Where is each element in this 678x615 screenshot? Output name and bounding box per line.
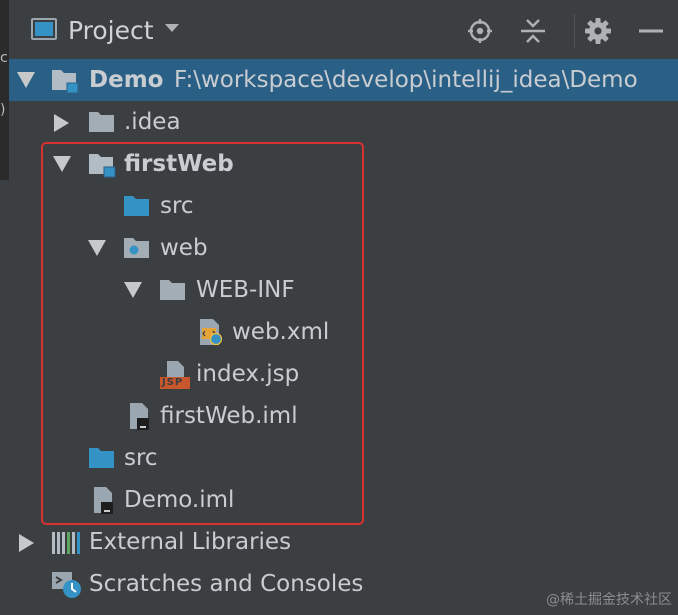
- jsp-badge: JSP: [162, 377, 184, 388]
- source-folder-icon: [87, 444, 117, 472]
- collapse-arrow-icon[interactable]: [19, 534, 34, 552]
- expand-arrow-icon[interactable]: [124, 282, 142, 298]
- tree-label-scratches: Scratches and Consoles: [89, 571, 364, 597]
- project-tool-window: c ) Project Demo F:\workspace\develop\in…: [0, 0, 678, 615]
- tree-label-src: src: [124, 445, 158, 471]
- tree-row-firstweb[interactable]: firstWeb: [9, 143, 678, 185]
- tree-label-src: src: [160, 193, 194, 219]
- tree-row-demo-iml[interactable]: Demo.iml: [9, 479, 678, 521]
- tree-row-firstweb-iml[interactable]: firstWeb.iml: [9, 395, 678, 437]
- folder-icon: [158, 276, 188, 304]
- tree-row-firstweb-src[interactable]: src: [9, 185, 678, 227]
- strip-glyph: ): [0, 102, 6, 118]
- chevron-down-icon[interactable]: [165, 24, 179, 32]
- tree-row-idea[interactable]: .idea: [9, 101, 678, 143]
- tree-row-web[interactable]: web: [9, 227, 678, 269]
- module-folder-icon: [87, 150, 117, 178]
- watermark: @稀土掘金技术社区: [546, 592, 672, 608]
- tree-label-web: web: [160, 235, 208, 261]
- collapse-all-icon[interactable]: [518, 16, 548, 46]
- tree-row-webxml[interactable]: web.xml: [9, 311, 678, 353]
- tool-window-header: Project: [9, 0, 678, 62]
- header-divider: [574, 14, 575, 48]
- view-title[interactable]: Project: [68, 14, 154, 48]
- editor-gutter-strip: c ): [0, 0, 9, 180]
- tree-label-webxml: web.xml: [232, 319, 330, 345]
- gear-icon[interactable]: [583, 16, 613, 46]
- tree-label-firstweb-iml: firstWeb.iml: [160, 403, 298, 429]
- tree-label-demo-iml: Demo.iml: [124, 487, 235, 513]
- tree-row-webinf[interactable]: WEB-INF: [9, 269, 678, 311]
- web-folder-icon: [122, 234, 152, 262]
- tree-row-indexjsp[interactable]: JSP index.jsp: [9, 353, 678, 395]
- expand-arrow-icon[interactable]: [53, 156, 71, 172]
- tree-row-demo[interactable]: Demo F:\workspace\develop\intellij_idea\…: [9, 59, 678, 101]
- locate-icon[interactable]: [465, 16, 495, 46]
- tree-label-indexjsp: index.jsp: [196, 361, 300, 387]
- hide-icon[interactable]: [636, 16, 666, 46]
- iml-file-icon: [89, 486, 119, 514]
- folder-icon: [87, 108, 117, 136]
- jsp-file-icon: JSP: [159, 360, 190, 389]
- strip-glyph: c: [0, 50, 8, 66]
- iml-file-icon: [125, 402, 155, 430]
- collapse-arrow-icon[interactable]: [54, 114, 69, 132]
- module-folder-icon: [50, 66, 80, 94]
- expand-arrow-icon[interactable]: [17, 72, 35, 88]
- tree-row-src[interactable]: src: [9, 437, 678, 479]
- xml-file-icon: [195, 318, 225, 346]
- tree-label-idea: .idea: [124, 109, 181, 135]
- tree-path-demo: F:\workspace\develop\intellij_idea\Demo: [174, 67, 638, 93]
- tree-label-demo: Demo: [89, 67, 164, 93]
- expand-arrow-icon[interactable]: [88, 240, 106, 256]
- source-folder-icon: [122, 192, 152, 220]
- project-view-icon: [31, 18, 57, 40]
- tree-label-external-libraries: External Libraries: [89, 529, 292, 555]
- tree-label-webinf: WEB-INF: [196, 277, 295, 303]
- tree-row-external-libraries[interactable]: External Libraries: [9, 521, 678, 563]
- libraries-icon: [50, 528, 80, 556]
- scratches-icon: [50, 570, 81, 598]
- tree-label-firstweb: firstWeb: [124, 151, 234, 177]
